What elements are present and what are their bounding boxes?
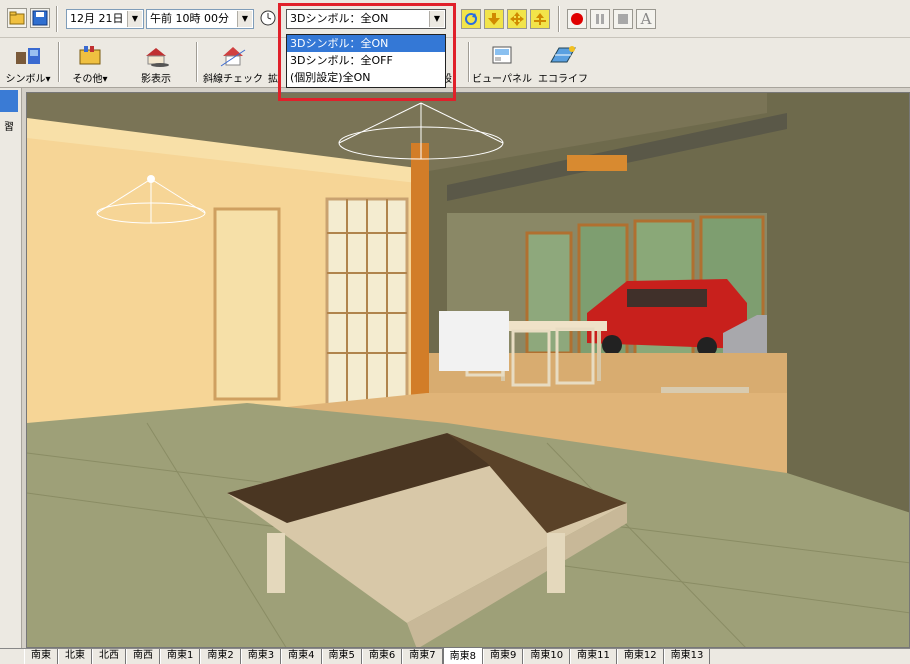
dropdown-option[interactable]: (個別設定)全ON [287,69,445,86]
table-leg [597,331,601,381]
text-button[interactable]: A [636,9,656,29]
arrow-down-icon [488,13,500,25]
3d-scene [27,93,909,647]
view-tab[interactable]: 南東11 [570,649,617,664]
symbol-select[interactable]: 3Dシンボル：全ON ▼ [286,9,446,29]
secondary-toolbar: シンボル▾ その他▾ 影表示 斜線チェック 拡 設 ビューパネル エコライフ [0,38,910,88]
chevron-down-icon[interactable]: ▼ [127,11,142,27]
view-tab[interactable]: 南東8 [442,648,483,664]
rotate-icon [465,13,477,25]
slope-check-label: 斜線チェック [203,74,263,85]
view-tab[interactable]: 南東12 [616,649,664,664]
view-tab[interactable]: 南東13 [663,649,711,664]
other-menu-button[interactable]: その他▾ [64,42,116,86]
view-tab[interactable]: 北西 [92,649,126,664]
chevron-down-icon[interactable]: ▼ [429,11,444,27]
toolbar-separator [58,42,60,82]
kitchen-counter [439,311,509,371]
stop-button[interactable] [613,9,633,29]
view-panel-label: ビューパネル [472,74,532,85]
move-plane-button[interactable] [530,9,550,29]
dropdown-option[interactable]: 3Dシンボル：全OFF [287,52,445,69]
car-wheel [602,335,622,355]
view-tab[interactable]: 南東1 [160,649,201,664]
top-toolbar: 12月 21日 ▼ 午前 10時 00分 ▼ 3Dシンボル：全ON ▼ A [0,0,910,38]
light-bulb-icon [147,175,155,183]
view-tab[interactable]: 南東5 [321,649,362,664]
disk-icon [32,10,48,26]
plane-arrow-icon [534,13,546,25]
view-panel-button[interactable]: ビューパネル [472,42,532,86]
car-window [627,289,707,307]
symbol-dropdown-list: 3Dシンボル：全ON 3Dシンボル：全OFF (個別設定)全ON [286,34,446,88]
rotate-button[interactable] [461,9,481,29]
view-tab[interactable]: 南東10 [523,649,571,664]
record-icon [571,13,583,25]
chevron-down-icon[interactable]: ▼ [237,11,252,27]
toolbar-separator [196,42,198,82]
time-select[interactable]: 午前 10時 00分 ▼ [146,9,254,29]
panel-label: 習 [4,122,14,133]
save-button[interactable] [30,8,50,28]
partial-label: 拡 [268,74,278,85]
clock-icon [260,10,276,26]
dropdown-option[interactable]: 3Dシンボル：全ON [287,35,445,52]
shadow-label: 影表示 [141,74,171,85]
view-panel-icon [492,46,512,64]
view-tab[interactable]: 北東 [58,649,92,664]
date-select[interactable]: 12月 21日 ▼ [66,9,144,29]
symbol-menu-label: シンボル▾ [5,74,51,85]
panel-tab[interactable] [0,90,18,112]
beam-wood [567,155,627,171]
view-tab[interactable]: 南東2 [200,649,241,664]
left-side-panel: 習 [0,88,22,664]
shadow-button[interactable]: 影表示 [130,42,182,86]
view-tab[interactable]: 南東3 [240,649,282,664]
time-value: 午前 10時 00分 [150,12,229,25]
view-tabs: 南東 北東 北西 南西 南東1 南東2 南東3 南東4 南東5 南東6 南東7 南東8 南東9 南東10 南… [0,648,910,664]
pillar [411,143,429,423]
stop-icon [618,14,628,24]
view-tab[interactable]: 南東 [24,649,58,664]
toolbar-separator [558,6,560,32]
toolbar-separator [56,6,58,32]
cross-arrow-icon [510,12,524,26]
date-value: 12月 21日 [70,12,124,25]
pause-button[interactable] [590,9,610,29]
symbol-select-value: 3Dシンボル：全ON [290,12,389,25]
symbol-menu-button[interactable]: シンボル▾ [2,42,54,86]
move-down-button[interactable] [484,9,504,29]
view-tab[interactable]: 南西 [126,649,160,664]
record-button[interactable] [567,9,587,29]
solar-panel-icon [550,46,576,63]
3d-view[interactable] [26,92,910,648]
furniture-icon [16,48,40,64]
view-tab[interactable]: 南東6 [361,649,403,664]
partial-button[interactable]: 拡 [266,42,280,86]
other-menu-label: その他▾ [72,74,108,85]
table-leg [547,533,565,593]
view-tab[interactable]: 南東7 [402,649,443,664]
open-file-button[interactable] [7,8,27,28]
view-tab[interactable]: 南東4 [281,649,322,664]
house-shadow-icon [146,48,169,67]
eco-life-button[interactable]: エコライフ [534,42,592,86]
eco-life-label: エコライフ [538,74,588,85]
table-leg [267,533,285,593]
folder-icon [9,11,25,25]
view-tab[interactable]: 南東9 [483,649,524,664]
clock-button[interactable] [258,8,278,28]
wooden-door [213,207,281,401]
toolbox-icon [79,46,101,65]
slope-check-button[interactable]: 斜線チェック [202,42,264,86]
toolbar-separator [468,42,470,82]
house-check-icon [220,47,246,67]
pause-icon [596,14,604,24]
move-cross-button[interactable] [507,9,527,29]
